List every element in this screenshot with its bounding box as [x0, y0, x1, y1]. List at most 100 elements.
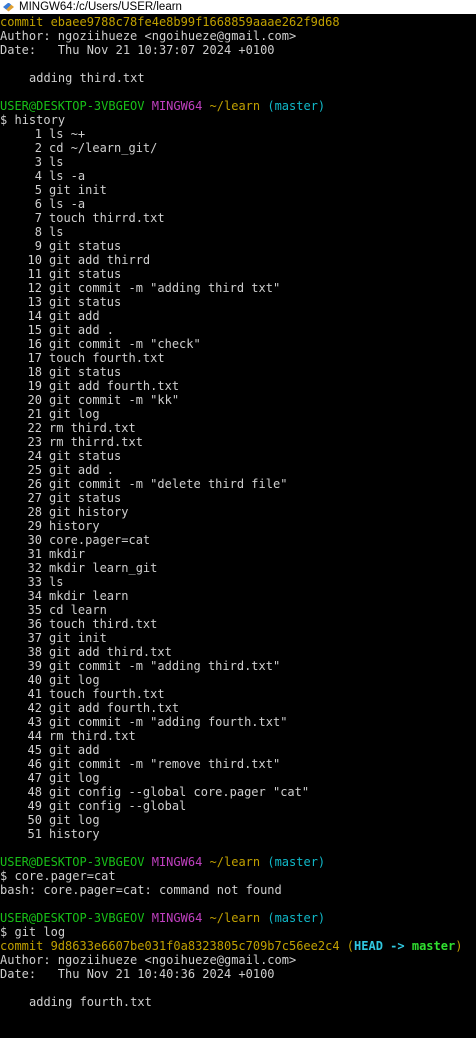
- history-command: git status: [49, 449, 122, 463]
- commit-hash: commit 9d8633e6607be031f0a8323805c709b7c…: [0, 939, 340, 953]
- history-number: 46: [27, 757, 42, 771]
- prompt-path: ~/learn: [209, 99, 261, 113]
- history-number: 11: [27, 267, 42, 281]
- history-command: git config --global: [49, 799, 187, 813]
- history-entry: 34 mkdir learn: [0, 589, 476, 603]
- history-number: 10: [27, 253, 42, 267]
- prompt-shell: MINGW64: [151, 855, 203, 869]
- history-entry: 39 git commit -m "adding third.txt": [0, 659, 476, 673]
- history-entry: 11 git status: [0, 267, 476, 281]
- history-number: 16: [27, 337, 42, 351]
- history-command: git commit -m "check": [49, 337, 201, 351]
- history-command: git add: [49, 309, 100, 323]
- history-entry: 48 git config --global core.pager "cat": [0, 785, 476, 799]
- prompt-path: ~/learn: [209, 855, 261, 869]
- history-number: 45: [27, 743, 42, 757]
- history-number: 41: [27, 687, 42, 701]
- history-command: rm third.txt: [49, 421, 136, 435]
- history-entry: 49 git config --global: [0, 799, 476, 813]
- command-line: $ core.pager=cat: [0, 869, 476, 883]
- history-number: 30: [27, 533, 42, 547]
- history-entry: 31 mkdir: [0, 547, 476, 561]
- history-command: mkdir learn_git: [49, 561, 158, 575]
- history-entry: 43 git commit -m "adding fourth.txt": [0, 715, 476, 729]
- commit-hash-line: commit ebaee9788c78fe4e8b99f1668859aaae2…: [0, 15, 340, 29]
- history-command: git status: [49, 295, 122, 309]
- history-command: git history: [49, 505, 129, 519]
- history-number: 8: [34, 225, 42, 239]
- history-command: mkdir: [49, 547, 86, 561]
- history-number: 33: [27, 575, 42, 589]
- history-command: touch fourth.txt: [49, 687, 165, 701]
- commit-author-line: Author: ngoziihueze <ngoihueze@gmail.com…: [0, 953, 297, 967]
- history-entry: 5 git init: [0, 183, 476, 197]
- history-command: touch thirrd.txt: [49, 211, 165, 225]
- prompt-user-host: USER@DESKTOP-3VBGEOV: [0, 99, 145, 113]
- history-number: 29: [27, 519, 42, 533]
- history-command: git init: [49, 631, 107, 645]
- history-number: 20: [27, 393, 42, 407]
- history-command: ls: [49, 575, 64, 589]
- history-number: 39: [27, 659, 42, 673]
- history-command: touch third.txt: [49, 617, 158, 631]
- window-titlebar[interactable]: MINGW64:/c/Users/USER/learn: [0, 0, 476, 14]
- history-command: git log: [49, 813, 100, 827]
- history-command: history: [49, 827, 100, 841]
- history-number: 49: [27, 799, 42, 813]
- history-entry: 3 ls: [0, 155, 476, 169]
- history-command: git config --global core.pager "cat": [49, 785, 310, 799]
- history-entry: 12 git commit -m "adding third txt": [0, 281, 476, 295]
- history-number: 7: [34, 211, 42, 225]
- history-entry: 42 git add fourth.txt: [0, 701, 476, 715]
- history-command: git commit -m "delete third file": [49, 477, 288, 491]
- history-command: git add: [49, 743, 100, 757]
- history-number: 35: [27, 603, 42, 617]
- commit-message: adding fourth.txt: [29, 995, 152, 1009]
- history-number: 21: [27, 407, 42, 421]
- prompt-shell: MINGW64: [151, 911, 203, 925]
- prompt-user-host: USER@DESKTOP-3VBGEOV: [0, 911, 145, 925]
- history-entry: 36 touch third.txt: [0, 617, 476, 631]
- prompt-branch: (master): [267, 911, 326, 925]
- history-number: 28: [27, 505, 42, 519]
- history-command: git log: [49, 771, 100, 785]
- command-text: history: [14, 113, 66, 127]
- history-entry: 29 history: [0, 519, 476, 533]
- history-entry: 41 touch fourth.txt: [0, 687, 476, 701]
- commit-message-line: adding third.txt: [0, 71, 476, 85]
- history-number: 43: [27, 715, 42, 729]
- history-command: mkdir learn: [49, 589, 129, 603]
- history-command: ls: [49, 225, 64, 239]
- commit-date-line: Date: Thu Nov 21 10:37:07 2024 +0100: [0, 43, 275, 57]
- prompt-path: ~/learn: [209, 911, 261, 925]
- history-number: 14: [27, 309, 42, 323]
- history-command: git add fourth.txt: [49, 379, 180, 393]
- history-number: 6: [34, 197, 42, 211]
- history-number: 38: [27, 645, 42, 659]
- history-command: git status: [49, 239, 122, 253]
- terminal-output[interactable]: commit ebaee9788c78fe4e8b99f1668859aaae2…: [0, 14, 476, 1009]
- history-entry: 13 git status: [0, 295, 476, 309]
- ref-arrow: ->: [390, 939, 405, 953]
- history-command: ls ~+: [49, 127, 86, 141]
- history-command: git status: [49, 267, 122, 281]
- history-command: touch fourth.txt: [49, 351, 165, 365]
- history-number: 36: [27, 617, 42, 631]
- history-entry: 45 git add: [0, 743, 476, 757]
- history-entry: 38 git add third.txt: [0, 645, 476, 659]
- ref-branch: master: [411, 939, 456, 953]
- history-command: git commit -m "adding fourth.txt": [49, 715, 288, 729]
- history-command: git add fourth.txt: [49, 701, 180, 715]
- history-entry: 4 ls -a: [0, 169, 476, 183]
- history-command: git commit -m "adding third txt": [49, 281, 281, 295]
- history-number: 47: [27, 771, 42, 785]
- history-command: cd learn: [49, 603, 107, 617]
- history-command: git init: [49, 183, 107, 197]
- history-command: git log: [49, 673, 100, 687]
- history-number: 44: [27, 729, 42, 743]
- history-command: git log: [49, 407, 100, 421]
- commit-message-line: adding fourth.txt: [0, 995, 476, 1009]
